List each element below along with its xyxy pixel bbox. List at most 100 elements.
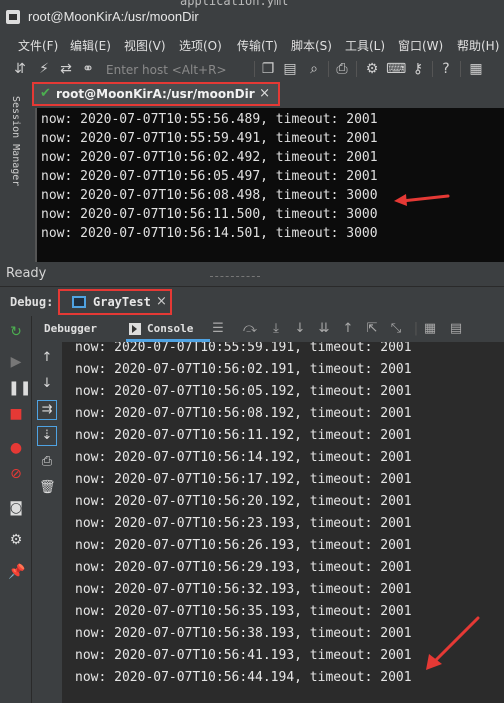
host-input[interactable]	[100, 60, 248, 79]
status-text: Ready	[6, 266, 47, 281]
copy-icon[interactable]: ❐	[260, 61, 276, 77]
console-line: now: 2020-07-07T10:55:59.191, timeout: 2…	[75, 342, 412, 355]
toolbar-separator	[356, 61, 357, 77]
stop-icon[interactable]: ■	[8, 406, 24, 422]
terminal-line: now: 2020-07-07T10:56:14.501, timeout: 3…	[41, 226, 378, 241]
menu-item[interactable]: 工具(L)	[345, 32, 385, 54]
menu-item[interactable]: 文件(F)	[18, 32, 58, 54]
step-over-icon[interactable]: ⤓	[268, 321, 284, 337]
force-step-into-icon[interactable]: ⇊	[316, 321, 332, 337]
link-icon[interactable]: ⚭	[80, 61, 96, 77]
debug-left-toolbar: ↻ ▶ ❚❚ ■ ● ⊘ ◙ ⚙ 📌	[0, 316, 32, 703]
key-icon[interactable]: ⚷	[410, 61, 426, 77]
binoculars-icon[interactable]: ⌕	[306, 61, 322, 77]
session-tab[interactable]: ✔ root@MoonKirA:/usr/moonDir ×	[32, 82, 280, 106]
toolbar: ⇵ ⚡ ⇄ ⚭ ❐ ▤ ⌕ ⎙ ⚙ ⌨ ⚷ ? ▦	[0, 56, 504, 82]
menu-icon[interactable]: ☰	[210, 321, 226, 337]
evaluate-icon[interactable]: ▦	[422, 321, 438, 337]
console-line: now: 2020-07-07T10:56:02.191, timeout: 2…	[75, 362, 412, 377]
terminal-line: now: 2020-07-07T10:56:11.500, timeout: 3…	[41, 207, 378, 222]
keyboard-icon[interactable]: ⌨	[386, 61, 406, 77]
tab-debugger[interactable]: Debugger	[44, 322, 97, 335]
resume-icon[interactable]: ▶	[8, 354, 24, 370]
pause-icon[interactable]: ❚❚	[8, 380, 31, 396]
console-line: now: 2020-07-07T10:56:14.192, timeout: 2…	[75, 450, 412, 465]
console-line: now: 2020-07-07T10:56:23.193, timeout: 2…	[75, 516, 412, 531]
xshell-app-icon	[6, 10, 20, 24]
annotation-arrow-icon	[394, 194, 450, 206]
menu-item[interactable]: 脚本(S)	[291, 32, 332, 54]
debug-subtabs: Debugger Console ☰ ⤼ ⤓ ↓ ⇊ ↑ ⇱ ⤡ | ▦ ▤	[32, 316, 504, 342]
debug-tab-label: GrayTest	[93, 295, 151, 309]
window-title: root@MoonKirA:/usr/moonDir	[28, 9, 199, 24]
session-manager-label: Session Manager	[10, 96, 21, 187]
connected-check-icon: ✔	[40, 86, 51, 101]
toolbar-separator	[328, 61, 329, 77]
console-line: now: 2020-07-07T10:56:11.192, timeout: 2…	[75, 428, 412, 443]
table-icon[interactable]: ▤	[448, 321, 464, 337]
step-into-icon[interactable]: ↓	[292, 321, 308, 337]
show-execution-point-icon[interactable]: ⤼	[242, 321, 258, 337]
unknown-icon[interactable]: ▦	[468, 61, 484, 77]
session-manager-panel[interactable]: Session Manager	[0, 82, 30, 262]
debug-header: Debug: GrayTest ×	[0, 286, 504, 316]
mute-breakpoints-icon[interactable]: ⊘	[8, 466, 24, 482]
run-to-cursor-icon[interactable]: ⤡	[388, 321, 404, 337]
paste-icon[interactable]: ▤	[282, 61, 298, 77]
soft-wrap-icon[interactable]: ⇉	[37, 400, 57, 420]
console-left-toolbar: ↑ ↓ ⇉ ⇣ ⎙ 🗑	[32, 342, 62, 703]
debug-label: Debug:	[10, 295, 54, 309]
gear-icon[interactable]: ⚙	[364, 61, 380, 77]
menu-item[interactable]: 帮助(H)	[457, 32, 499, 54]
console-line: now: 2020-07-07T10:56:17.192, timeout: 2…	[75, 472, 412, 487]
new-session-icon[interactable]: ⇵	[12, 61, 28, 77]
help-icon[interactable]: ?	[438, 61, 454, 77]
terminal-line: now: 2020-07-07T10:56:05.497, timeout: 2…	[41, 169, 378, 184]
print-icon[interactable]: ⎙	[39, 454, 55, 470]
drop-frame-icon[interactable]: ⇱	[364, 321, 380, 337]
toolbar-separator	[254, 61, 255, 77]
terminal-line: now: 2020-07-07T10:55:59.491, timeout: 2…	[41, 131, 378, 146]
lightning-icon[interactable]: ⚡	[36, 61, 52, 77]
session-tab-bar: ✔ root@MoonKirA:/usr/moonDir ×	[30, 82, 504, 108]
step-out-icon[interactable]: ↑	[340, 321, 356, 337]
console-line: now: 2020-07-07T10:56:05.192, timeout: 2…	[75, 384, 412, 399]
terminal-line: now: 2020-07-07T10:56:02.492, timeout: 2…	[41, 150, 378, 165]
menu-item[interactable]: 视图(V)	[124, 32, 166, 54]
menu-item[interactable]: 传输(T)	[237, 32, 278, 54]
console-line: now: 2020-07-07T10:56:32.193, timeout: 2…	[75, 582, 412, 597]
swap-icon[interactable]: ⇄	[58, 61, 74, 77]
menu-bar: 文件(F) 编辑(E) 视图(V) 选项(O) 传输(T) 脚本(S) 工具(L) 窗口(W)…	[0, 32, 504, 56]
console-line: now: 2020-07-07T10:56:20.192, timeout: 2…	[75, 494, 412, 509]
breakpoints-icon[interactable]: ●	[8, 440, 24, 456]
settings-icon[interactable]: ⚙	[8, 532, 24, 548]
console-line: now: 2020-07-07T10:56:08.192, timeout: 2…	[75, 406, 412, 421]
terminal-output[interactable]: now: 2020-07-07T10:55:56.489, timeout: 2…	[35, 108, 504, 262]
title-bar: application.yml root@MoonKirA:/usr/moonD…	[0, 0, 504, 32]
debug-tab-graytest[interactable]: GrayTest ×	[58, 289, 172, 315]
scroll-to-end-icon[interactable]: ⇣	[37, 426, 57, 446]
session-tab-label: root@MoonKirA:/usr/moonDir	[56, 87, 255, 101]
background-window-text: application.yml	[180, 0, 289, 8]
print-icon[interactable]: ⎙	[334, 61, 350, 77]
close-icon[interactable]: ×	[259, 86, 270, 101]
xshell-window: application.yml root@MoonKirA:/usr/moonD…	[0, 0, 504, 262]
background-artifact	[210, 276, 260, 279]
annotation-arrow-icon	[426, 616, 480, 670]
tab-console-label: Console	[147, 322, 194, 335]
down-arrow-icon[interactable]: ↓	[39, 376, 55, 392]
console-line: now: 2020-07-07T10:56:29.193, timeout: 2…	[75, 560, 412, 575]
rerun-icon[interactable]: ↻	[8, 324, 24, 340]
menu-item[interactable]: 窗口(W)	[398, 32, 443, 54]
console-line: now: 2020-07-07T10:56:26.193, timeout: 2…	[75, 538, 412, 553]
up-arrow-icon[interactable]: ↑	[39, 350, 55, 366]
trash-icon[interactable]: 🗑	[39, 480, 56, 496]
console-icon	[129, 323, 141, 335]
camera-icon[interactable]: ◙	[8, 500, 24, 516]
terminal-line: now: 2020-07-07T10:55:56.489, timeout: 2…	[41, 112, 378, 127]
menu-item[interactable]: 选项(O)	[179, 32, 222, 54]
close-icon[interactable]: ×	[156, 294, 167, 309]
run-config-icon	[72, 296, 86, 308]
pin-icon[interactable]: 📌	[8, 564, 25, 580]
menu-item[interactable]: 编辑(E)	[70, 32, 111, 54]
